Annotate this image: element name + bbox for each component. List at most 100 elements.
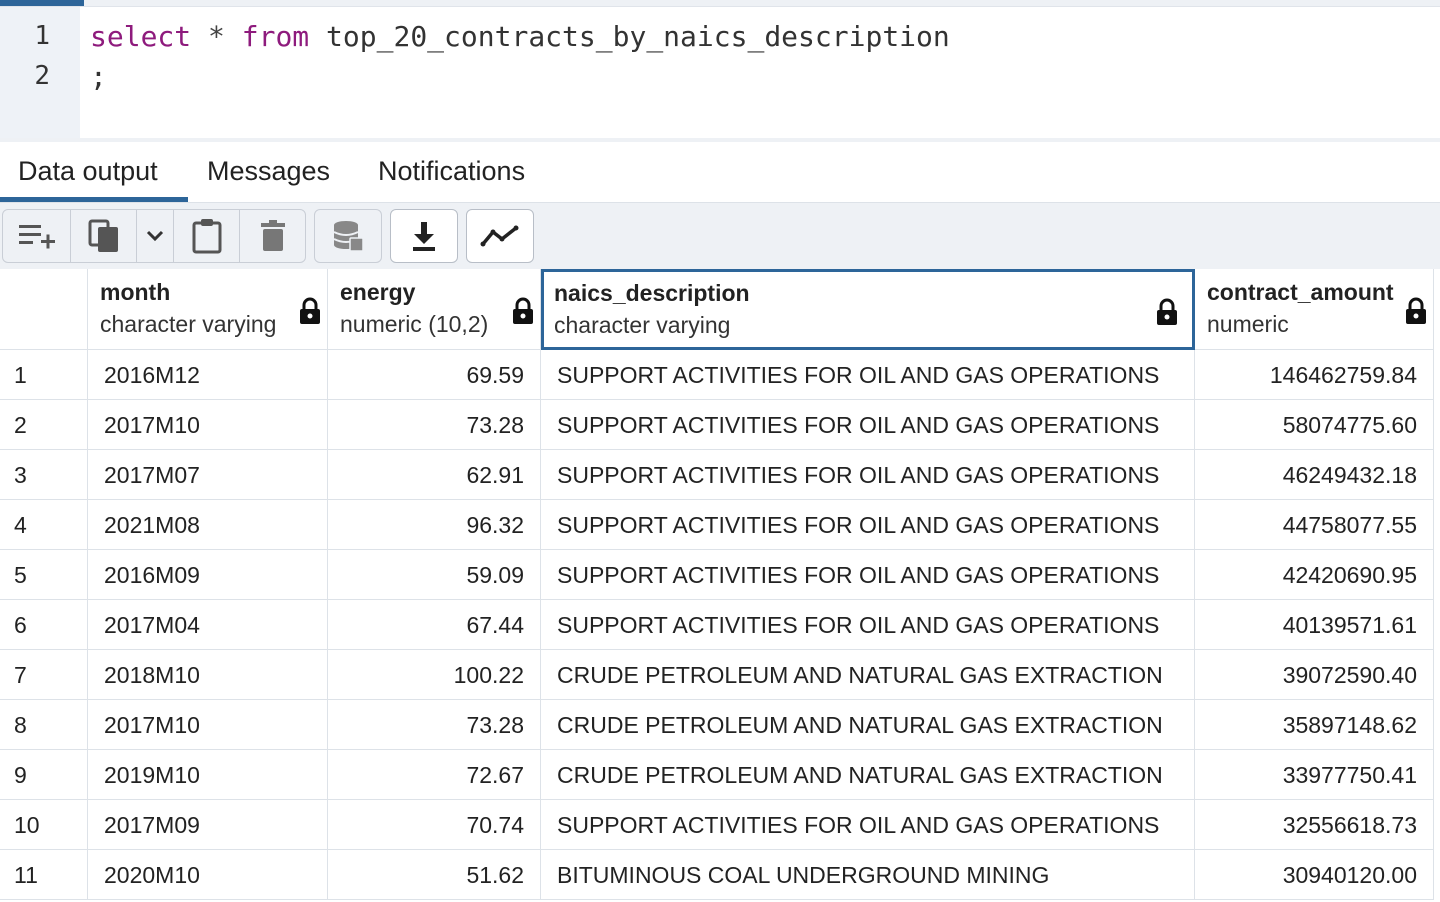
cell-month[interactable]: 2017M07 xyxy=(88,450,328,500)
row-number-cell[interactable]: 9 xyxy=(0,750,88,800)
table-row[interactable]: 4 2021M08 96.32 SUPPORT ACTIVITIES FOR OIL … xyxy=(0,500,1440,550)
cell-naics-description[interactable]: SUPPORT ACTIVITIES FOR OIL AND GAS OPERA… xyxy=(541,500,1195,550)
table-row[interactable]: 6 2017M04 67.44 SUPPORT ACTIVITIES FOR OIL … xyxy=(0,600,1440,650)
save-data-button[interactable] xyxy=(315,210,381,262)
cell-contract-amount[interactable]: 58074775.60 xyxy=(1195,400,1434,450)
row-number-cell[interactable]: 10 xyxy=(0,800,88,850)
table-row[interactable]: 7 2018M10 100.22 CRUDE PETROLEUM AND NATURA… xyxy=(0,650,1440,700)
column-header-month[interactable]: month character varying xyxy=(88,269,328,350)
cell-month[interactable]: 2017M10 xyxy=(88,400,328,450)
table-row[interactable]: 10 2017M09 70.74 SUPPORT ACTIVITIES FOR OIL… xyxy=(0,800,1440,850)
code-line-1[interactable]: select * from top_20_contracts_by_naics_… xyxy=(90,20,950,53)
cell-month[interactable]: 2017M04 xyxy=(88,600,328,650)
table-row[interactable]: 9 2019M10 72.67 CRUDE PETROLEUM AND NATURAL… xyxy=(0,750,1440,800)
row-number-cell[interactable]: 11 xyxy=(0,850,88,900)
cell-naics-description[interactable]: SUPPORT ACTIVITIES FOR OIL AND GAS OPERA… xyxy=(541,600,1195,650)
table-row[interactable]: 1 2016M12 69.59 SUPPORT ACTIVITIES FOR OIL … xyxy=(0,350,1440,400)
add-row-button[interactable] xyxy=(3,210,70,262)
table-row[interactable]: 2 2017M10 73.28 SUPPORT ACTIVITIES FOR OIL … xyxy=(0,400,1440,450)
editor-active-indicator xyxy=(0,0,84,6)
cell-month[interactable]: 2019M10 xyxy=(88,750,328,800)
table-row[interactable]: 5 2016M09 59.09 SUPPORT ACTIVITIES FOR OIL … xyxy=(0,550,1440,600)
cell-contract-amount[interactable]: 33977750.41 xyxy=(1195,750,1434,800)
cell-contract-amount[interactable]: 32556618.73 xyxy=(1195,800,1434,850)
delete-icon xyxy=(260,220,285,251)
row-number-header[interactable] xyxy=(0,269,88,350)
row-number-cell[interactable]: 4 xyxy=(0,500,88,550)
row-number-cell[interactable]: 1 xyxy=(0,350,88,400)
code-line-2[interactable]: ; xyxy=(90,60,107,93)
cell-naics-description[interactable]: CRUDE PETROLEUM AND NATURAL GAS EXTRACTI… xyxy=(541,650,1195,700)
line-number: 2 xyxy=(34,61,50,91)
cell-naics-description[interactable]: SUPPORT ACTIVITIES FOR OIL AND GAS OPERA… xyxy=(541,450,1195,500)
tab-notifications[interactable]: Notifications xyxy=(360,142,543,202)
paste-button[interactable] xyxy=(173,210,239,262)
cell-energy[interactable]: 72.67 xyxy=(328,750,541,800)
cell-month[interactable]: 2018M10 xyxy=(88,650,328,700)
cell-contract-amount[interactable]: 44758077.55 xyxy=(1195,500,1434,550)
table-row[interactable]: 11 2020M10 51.62 BITUMINOUS COAL UNDERGROUN… xyxy=(0,850,1440,900)
cell-month[interactable]: 2017M09 xyxy=(88,800,328,850)
cell-energy[interactable]: 69.59 xyxy=(328,350,541,400)
column-name: month xyxy=(100,279,171,305)
row-number-cell[interactable]: 8 xyxy=(0,700,88,750)
column-type: numeric xyxy=(1207,311,1289,337)
cell-naics-description[interactable]: BITUMINOUS COAL UNDERGROUND MINING xyxy=(541,850,1195,900)
cell-energy[interactable]: 100.22 xyxy=(328,650,541,700)
cell-contract-amount[interactable]: 39072590.40 xyxy=(1195,650,1434,700)
save-data-group xyxy=(314,209,382,263)
tab-data-output[interactable]: Data output xyxy=(0,142,188,202)
table-row[interactable]: 8 2017M10 73.28 CRUDE PETROLEUM AND NATURAL… xyxy=(0,700,1440,750)
cell-naics-description[interactable]: SUPPORT ACTIVITIES FOR OIL AND GAS OPERA… xyxy=(541,800,1195,850)
column-name: contract_amount xyxy=(1207,279,1394,305)
sql-identifier: top_20_contracts_by_naics_description xyxy=(326,20,950,53)
row-number-cell[interactable]: 2 xyxy=(0,400,88,450)
table-row[interactable]: 3 2017M07 62.91 SUPPORT ACTIVITIES FOR OIL … xyxy=(0,450,1440,500)
row-number-cell[interactable]: 5 xyxy=(0,550,88,600)
cell-contract-amount[interactable]: 46249432.18 xyxy=(1195,450,1434,500)
cell-energy[interactable]: 73.28 xyxy=(328,700,541,750)
row-number-cell[interactable]: 7 xyxy=(0,650,88,700)
cell-contract-amount[interactable]: 42420690.95 xyxy=(1195,550,1434,600)
copy-button[interactable] xyxy=(70,210,136,262)
cell-naics-description[interactable]: SUPPORT ACTIVITIES FOR OIL AND GAS OPERA… xyxy=(541,400,1195,450)
cell-naics-description[interactable]: SUPPORT ACTIVITIES FOR OIL AND GAS OPERA… xyxy=(541,550,1195,600)
delete-button[interactable] xyxy=(239,210,305,262)
sql-editor[interactable]: 1 2 select * from top_20_contracts_by_na… xyxy=(0,0,1440,142)
download-button[interactable] xyxy=(391,210,457,262)
column-type: numeric (10,2) xyxy=(340,311,489,337)
cell-naics-description[interactable]: CRUDE PETROLEUM AND NATURAL GAS EXTRACTI… xyxy=(541,700,1195,750)
save-data-icon xyxy=(333,221,364,252)
cell-energy[interactable]: 73.28 xyxy=(328,400,541,450)
cell-energy[interactable]: 51.62 xyxy=(328,850,541,900)
cell-contract-amount[interactable]: 40139571.61 xyxy=(1195,600,1434,650)
cell-month[interactable]: 2021M08 xyxy=(88,500,328,550)
cell-contract-amount[interactable]: 146462759.84 xyxy=(1195,350,1434,400)
cell-energy[interactable]: 59.09 xyxy=(328,550,541,600)
graph-visualiser-button[interactable] xyxy=(467,210,533,262)
sql-keyword: select xyxy=(90,20,192,53)
column-type: character varying xyxy=(100,311,277,337)
cell-contract-amount[interactable]: 30940120.00 xyxy=(1195,850,1434,900)
cell-energy[interactable]: 70.74 xyxy=(328,800,541,850)
cell-month[interactable]: 2017M10 xyxy=(88,700,328,750)
cell-month[interactable]: 2020M10 xyxy=(88,850,328,900)
lock-icon xyxy=(1157,298,1177,325)
tab-messages[interactable]: Messages xyxy=(189,142,348,202)
cell-naics-description[interactable]: CRUDE PETROLEUM AND NATURAL GAS EXTRACTI… xyxy=(541,750,1195,800)
cell-energy[interactable]: 62.91 xyxy=(328,450,541,500)
cell-naics-description[interactable]: SUPPORT ACTIVITIES FOR OIL AND GAS OPERA… xyxy=(541,350,1195,400)
row-number-cell[interactable]: 3 xyxy=(0,450,88,500)
chevron-down-icon xyxy=(146,230,164,242)
cell-energy[interactable]: 67.44 xyxy=(328,600,541,650)
edit-button-group xyxy=(2,209,306,263)
column-header-naics-description[interactable]: naics_description character varying xyxy=(541,269,1195,350)
column-header-energy[interactable]: energy numeric (10,2) xyxy=(328,269,541,350)
copy-options-dropdown[interactable] xyxy=(136,210,173,262)
cell-month[interactable]: 2016M12 xyxy=(88,350,328,400)
cell-month[interactable]: 2016M09 xyxy=(88,550,328,600)
column-header-contract-amount[interactable]: contract_amount numeric xyxy=(1195,269,1434,350)
cell-energy[interactable]: 96.32 xyxy=(328,500,541,550)
cell-contract-amount[interactable]: 35897148.62 xyxy=(1195,700,1434,750)
row-number-cell[interactable]: 6 xyxy=(0,600,88,650)
